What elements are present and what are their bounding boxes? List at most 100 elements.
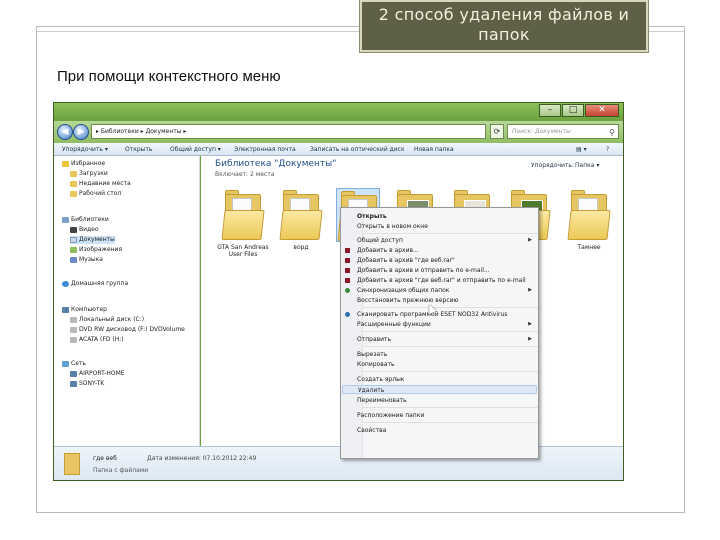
- ctx-send-to[interactable]: Отправить ▶: [342, 335, 537, 344]
- nav-item-downloads[interactable]: Загрузки: [70, 170, 108, 178]
- nav-item-libraries[interactable]: Библиотеки: [62, 216, 109, 224]
- music-icon: [70, 257, 77, 263]
- drive-icon: [70, 317, 77, 323]
- search-placeholder: Поиск: Документы: [512, 128, 571, 135]
- details-date: Дата изменения: 07.10.2012 22:49: [147, 455, 257, 462]
- homegroup-icon: [62, 281, 69, 287]
- forward-arrow-icon[interactable]: ▶: [73, 124, 89, 140]
- ctx-add-archive[interactable]: Добавить в архив...: [342, 246, 537, 255]
- ctx-advanced[interactable]: Расширенные функции ▶: [342, 320, 537, 329]
- nav-item-video[interactable]: Видео: [70, 226, 99, 234]
- organize-button[interactable]: Упорядочить ▾: [62, 143, 108, 156]
- sync-icon: [345, 288, 350, 293]
- maximize-button[interactable]: □: [562, 104, 584, 117]
- computer-icon: [62, 307, 69, 313]
- nav-item-sony-tk[interactable]: SONY-TK: [70, 380, 104, 388]
- window-controls: – □ ✕: [539, 104, 619, 117]
- nav-item-drive-c[interactable]: Локальный диск (C:): [70, 316, 144, 324]
- arrange-dropdown[interactable]: Папка ▾: [575, 162, 599, 169]
- close-button[interactable]: ✕: [585, 104, 619, 117]
- ctx-rename[interactable]: Переименовать: [342, 396, 537, 405]
- video-icon: [70, 227, 77, 233]
- details-name: где веб: [93, 455, 117, 462]
- ctx-open-new-window[interactable]: Открыть в новом окне: [342, 222, 537, 231]
- network-icon: [62, 361, 69, 367]
- nav-item-network[interactable]: Сеть: [62, 360, 86, 368]
- share-button[interactable]: Общий доступ ▾: [170, 143, 221, 156]
- archive-icon: [345, 278, 350, 283]
- ctx-eset-scan[interactable]: Сканировать программой ESET NOD32 Antivi…: [342, 310, 537, 319]
- ctx-cut[interactable]: Вырезать: [342, 350, 537, 359]
- folder-7[interactable]: [567, 188, 611, 242]
- command-toolbar: Упорядочить ▾ Открыть Общий доступ ▾ Эле…: [54, 143, 623, 156]
- nav-item-airport-home[interactable]: AIRPORT-HOME: [70, 370, 125, 378]
- nav-item-drive-h[interactable]: ACATA (FD (H:): [70, 336, 124, 344]
- minimize-button[interactable]: –: [539, 104, 561, 117]
- ctx-open[interactable]: Открыть: [342, 212, 537, 221]
- nav-item-music[interactable]: Музыка: [70, 256, 103, 264]
- window-titlebar: – □ ✕: [54, 103, 623, 121]
- folder-icon: [70, 171, 77, 177]
- folder-icon: [70, 181, 77, 187]
- nav-item-documents[interactable]: Документы: [70, 236, 115, 244]
- ctx-copy[interactable]: Копировать: [342, 360, 537, 369]
- ctx-delete[interactable]: Удалить: [342, 385, 537, 394]
- ctx-share[interactable]: Общий доступ ▶: [342, 236, 537, 245]
- nav-item-recent[interactable]: Недавние места: [70, 180, 131, 188]
- chevron-right-icon: ▶: [528, 287, 532, 293]
- address-row: ◀ ▶ ▸ Библиотеки ▸ Документы ▸ ⟳ Поиск: …: [54, 121, 623, 143]
- explorer-screenshot: – □ ✕ ◀ ▶ ▸ Библиотеки ▸ Документы ▸ ⟳ П…: [53, 102, 624, 481]
- ctx-add-archive-named[interactable]: Добавить в архив "где веб.rar": [342, 256, 537, 265]
- folder-gta-label: GTA San Andreas User Files: [217, 244, 269, 258]
- picture-icon: [70, 247, 77, 253]
- ctx-sync-shared[interactable]: Синхронизация общих папок ▶: [342, 286, 537, 295]
- ctx-archive-named-email[interactable]: Добавить в архив "где веб.rar" и отправи…: [342, 276, 537, 285]
- nav-item-pictures[interactable]: Изображения: [70, 246, 122, 254]
- chevron-right-icon: ▶: [528, 336, 532, 342]
- nav-item-favorites[interactable]: Избранное: [62, 160, 105, 168]
- chevron-right-icon: ▶: [528, 321, 532, 327]
- nav-item-desktop[interactable]: Рабочий стол: [70, 190, 121, 198]
- archive-icon: [345, 258, 350, 263]
- ctx-restore-previous[interactable]: Восстановить прежнюю версию: [342, 296, 537, 305]
- computer-icon: [70, 371, 77, 377]
- slide-subtitle: При помощи контекстного меню: [57, 68, 281, 85]
- folder-icon: [70, 191, 77, 197]
- ctx-archive-email[interactable]: Добавить в архив и отправить по e-mail..…: [342, 266, 537, 275]
- refresh-icon[interactable]: ⟳: [490, 124, 504, 139]
- library-icon: [62, 217, 69, 223]
- burn-button[interactable]: Записать на оптический диск: [310, 143, 405, 156]
- details-type: Папка с файлами: [93, 467, 149, 474]
- drive-icon: [70, 337, 77, 343]
- search-input[interactable]: Поиск: Документы ⚲: [507, 124, 619, 139]
- eset-icon: [345, 312, 350, 317]
- ctx-properties[interactable]: Свойства: [342, 426, 537, 435]
- arrange-label: Упорядочить:: [531, 162, 574, 169]
- nav-item-homegroup[interactable]: Домашняя группа: [62, 280, 128, 288]
- context-menu: Открыть Открыть в новом окне Общий досту…: [340, 207, 539, 459]
- ctx-open-location[interactable]: Расположение папки: [342, 411, 537, 420]
- help-button[interactable]: ?: [606, 143, 609, 156]
- new-folder-button[interactable]: Новая папка: [414, 143, 454, 156]
- slide-title-text: 2 способ удаления файлов и папок: [378, 5, 630, 44]
- address-bar[interactable]: ▸ Библиотеки ▸ Документы ▸: [91, 124, 486, 139]
- library-title: Библиотека "Документы": [215, 159, 337, 169]
- views-button[interactable]: ▤ ▾: [576, 143, 587, 156]
- star-icon: [62, 161, 69, 167]
- archive-icon: [345, 248, 350, 253]
- computer-icon: [70, 381, 77, 387]
- email-button[interactable]: Электронная почта: [234, 143, 296, 156]
- nav-item-dvd-drive[interactable]: DVD RW дисковод (F:) DVDVolume: [70, 326, 185, 334]
- folder-7-label: Тамнее: [577, 244, 601, 251]
- nav-item-computer[interactable]: Компьютер: [62, 306, 107, 314]
- folder-gta[interactable]: [221, 188, 265, 242]
- back-arrow-icon[interactable]: ◀: [57, 124, 73, 140]
- navigation-pane: Избранное Загрузки Недавние места Рабочи…: [54, 156, 200, 480]
- drive-icon: [70, 327, 77, 333]
- library-subtitle[interactable]: Включает: 2 места: [215, 171, 274, 178]
- ctx-create-shortcut[interactable]: Создать ярлык: [342, 375, 537, 384]
- folder-word[interactable]: [279, 188, 323, 242]
- chevron-right-icon: ▶: [528, 237, 532, 243]
- search-icon: ⚲: [609, 128, 615, 137]
- open-button[interactable]: Открыть: [125, 143, 152, 156]
